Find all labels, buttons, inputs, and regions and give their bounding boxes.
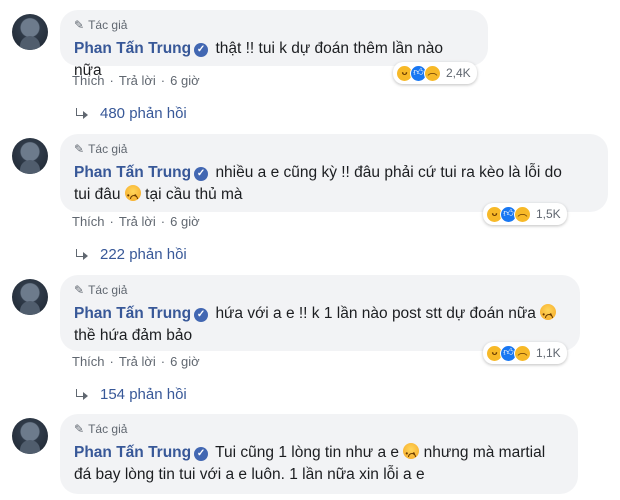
- sad-face-emoji-icon: [403, 443, 420, 465]
- timestamp[interactable]: 6 giờ: [170, 354, 200, 369]
- verified-badge-icon: ✓: [194, 43, 209, 57]
- comment-bubble: ✎ Tác giả Phan Tấn Trung ✓ hứa với a e !!…: [60, 275, 580, 351]
- like-button[interactable]: Thích: [72, 73, 105, 88]
- comment-actions: Thích · Trả lời · 6 giờ: [72, 354, 200, 369]
- timestamp[interactable]: 6 giờ: [170, 73, 200, 88]
- comment-bubble: ✎ Tác giả Phan Tấn Trung ✓ Tui cũng 1 lòn…: [60, 414, 578, 494]
- reaction-count: 1,1K: [536, 346, 561, 360]
- author-tag: ✎ Tác giả: [74, 422, 564, 436]
- sad-icon: ︵: [424, 64, 441, 82]
- comment-text: tui đâu: [74, 186, 121, 203]
- sad-icon: ︵: [514, 205, 531, 223]
- replies-count[interactable]: 222 phản hồi: [100, 246, 187, 263]
- pencil-icon: ✎: [74, 283, 85, 297]
- replies-count[interactable]: 154 phản hồi: [100, 386, 187, 403]
- comment-bubble: ✎ Tác giả Phan Tấn Trung ✓ nhiều a e cũng…: [60, 134, 608, 212]
- view-replies-link[interactable]: 222 phản hồi: [76, 246, 187, 263]
- avatar[interactable]: [12, 14, 48, 50]
- verified-badge-icon: ✓: [194, 447, 209, 461]
- avatar[interactable]: [12, 138, 48, 174]
- reaction-summary[interactable]: ᴗ 👍︎ ︵ 1,1K: [483, 342, 567, 364]
- comment-text: đá bay lòng tin tui với a e luôn. 1 lần …: [74, 466, 425, 483]
- comment-actions: Thích · Trả lời · 6 giờ: [72, 73, 200, 88]
- reply-arrow-icon: [76, 388, 90, 401]
- replies-count[interactable]: 480 phản hồi: [100, 105, 187, 122]
- author-name[interactable]: Phan Tấn Trung: [74, 444, 191, 461]
- author-tag-label: Tác giả: [88, 142, 128, 156]
- comment-text: nhưng mà martial: [423, 444, 546, 461]
- reaction-count: 2,4K: [446, 66, 471, 80]
- author-name[interactable]: Phan Tấn Trung: [74, 164, 191, 181]
- comment-text: Tui cũng 1 lòng tin như a e: [215, 444, 400, 461]
- view-replies-link[interactable]: 154 phản hồi: [76, 386, 187, 403]
- like-button[interactable]: Thích: [72, 354, 105, 369]
- reply-arrow-icon: [76, 248, 90, 261]
- author-name[interactable]: Phan Tấn Trung: [74, 40, 191, 57]
- avatar[interactable]: [12, 418, 48, 454]
- reaction-count: 1,5K: [536, 207, 561, 221]
- comment-text: thề hứa đảm bảo: [74, 327, 193, 344]
- reply-arrow-icon: [76, 107, 90, 120]
- sad-face-emoji-icon: [124, 185, 141, 207]
- reply-button[interactable]: Trả lời: [119, 354, 156, 369]
- reaction-summary[interactable]: ᴗ 👍︎ ︵ 1,5K: [483, 203, 567, 225]
- reply-button[interactable]: Trả lời: [119, 214, 156, 229]
- avatar[interactable]: [12, 279, 48, 315]
- pencil-icon: ✎: [74, 422, 85, 436]
- verified-badge-icon: ✓: [194, 167, 209, 181]
- author-tag: ✎ Tác giả: [74, 283, 566, 297]
- reaction-summary[interactable]: ᴗ 👍︎ ︵ 2,4K: [393, 62, 477, 84]
- timestamp[interactable]: 6 giờ: [170, 214, 200, 229]
- author-tag-label: Tác giả: [88, 283, 128, 297]
- pencil-icon: ✎: [74, 18, 85, 32]
- view-replies-link[interactable]: 480 phản hồi: [76, 105, 187, 122]
- author-tag: ✎ Tác giả: [74, 142, 594, 156]
- verified-badge-icon: ✓: [194, 308, 209, 322]
- comment-actions: Thích · Trả lời · 6 giờ: [72, 214, 200, 229]
- comment-text: hứa với a e !! k 1 lần nào post stt dự đ…: [215, 305, 536, 322]
- reply-button[interactable]: Trả lời: [119, 73, 156, 88]
- sad-icon: ︵: [514, 344, 531, 362]
- author-tag: ✎ Tác giả: [74, 18, 474, 32]
- author-name[interactable]: Phan Tấn Trung: [74, 305, 191, 322]
- sad-face-emoji-icon: [540, 304, 557, 326]
- author-tag-label: Tác giả: [88, 422, 128, 436]
- comment-text: nhiều a e cũng kỳ !! đâu phải cứ tui ra …: [215, 164, 562, 181]
- author-tag-label: Tác giả: [88, 18, 128, 32]
- comment-bubble: ✎ Tác giả Phan Tấn Trung ✓ thật !! tui k …: [60, 10, 488, 79]
- pencil-icon: ✎: [74, 142, 85, 156]
- like-button[interactable]: Thích: [72, 214, 105, 229]
- comment-text: tại cầu thủ mà: [145, 186, 243, 203]
